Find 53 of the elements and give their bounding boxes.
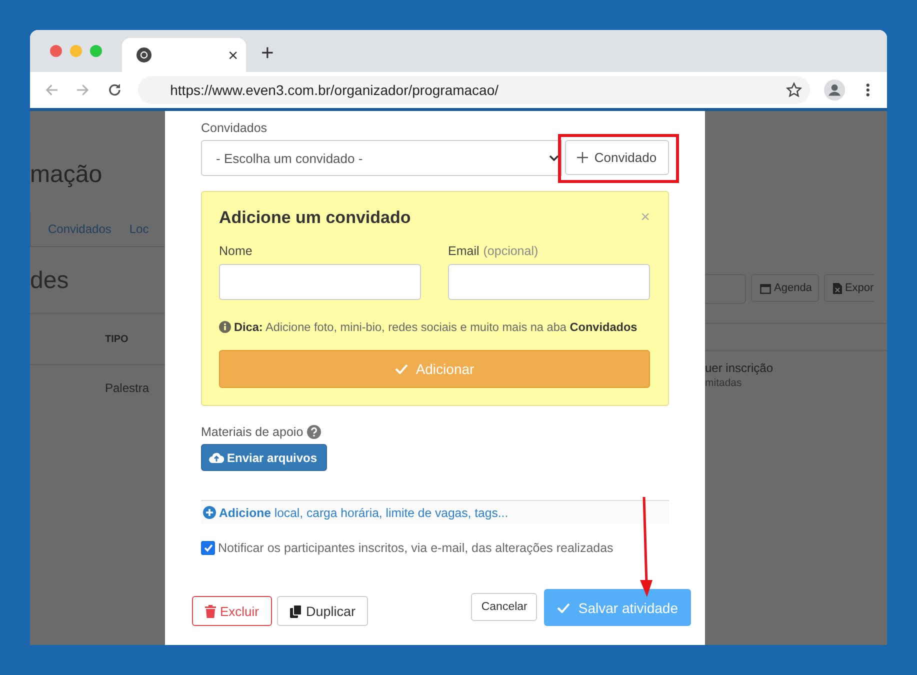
help-icon[interactable]	[307, 425, 322, 439]
browser-tab[interactable]: ×	[122, 38, 246, 72]
checkbox-label: Notificar os participantes inscritos, via e-mail, das alterações realizadas	[218, 541, 614, 555]
delete-button[interactable]: Excluir	[192, 596, 272, 626]
info-icon	[219, 321, 231, 333]
close-window-button[interactable]	[50, 45, 62, 57]
search-field[interactable]	[705, 274, 746, 304]
close-tab-button[interactable]: ×	[228, 46, 238, 64]
chrome-logo-icon	[136, 47, 152, 63]
new-tab-button[interactable]: +	[261, 42, 274, 64]
table-cell-text: uer inscrição	[705, 361, 774, 375]
tip-text: Dica: Adicione foto, mini-bio, redes sociais e muito mais na aba Convidados	[234, 320, 638, 334]
field-label: Nome	[219, 244, 252, 258]
table-cell-text: mitadas	[705, 377, 743, 389]
upload-button[interactable]: Enviar arquivos	[201, 444, 328, 471]
forward-icon[interactable]	[75, 82, 91, 98]
duplicate-button[interactable]: Duplicar	[277, 596, 368, 626]
calendar-icon	[760, 282, 771, 294]
url-text: https://www.even3.com.br/organizador/programacao/	[170, 82, 499, 98]
input-field[interactable]	[448, 264, 650, 300]
field-label: Email	[448, 244, 480, 258]
maximize-window-button[interactable]	[90, 45, 102, 57]
guest-select[interactable]: - Escolha um convidado -	[201, 140, 562, 176]
field-label: Materiais de apoio	[201, 425, 304, 439]
bookmark-star-icon[interactable]	[786, 82, 802, 98]
toolbar-button[interactable]: Agenda	[751, 274, 819, 302]
toolbar-button[interactable]: Expor	[824, 274, 874, 302]
panel-title: Adicione um convidado	[219, 208, 411, 228]
plus-icon	[577, 152, 588, 163]
address-bar[interactable]: https://www.even3.com.br/organizador/programacao/	[138, 76, 810, 104]
minimize-window-button[interactable]	[70, 45, 82, 57]
copy-icon	[290, 604, 302, 618]
trash-icon	[205, 604, 216, 618]
field-label: Convidados	[201, 121, 268, 135]
cloud-upload-icon	[209, 452, 224, 463]
menu-icon[interactable]	[865, 82, 872, 98]
notify-checkbox[interactable]	[201, 541, 215, 555]
section-title: des	[30, 267, 70, 295]
column-header: TIPO	[105, 334, 128, 344]
input-field[interactable]	[219, 264, 421, 300]
chevron-down-icon	[549, 154, 559, 162]
check-icon	[557, 602, 570, 612]
file-icon	[832, 282, 842, 294]
page-heading: mação	[30, 161, 104, 189]
table-cell: Palestra	[105, 381, 150, 395]
back-icon[interactable]	[44, 82, 60, 98]
reload-icon[interactable]	[106, 82, 122, 98]
profile-icon[interactable]	[824, 79, 846, 101]
cancel-button[interactable]: Cancelar	[471, 593, 538, 621]
field-hint: (opcional)	[483, 244, 538, 258]
add-guest-button[interactable]: Convidado	[565, 140, 669, 175]
save-button[interactable]: Salvar atividade	[544, 589, 691, 626]
check-icon	[394, 364, 408, 374]
